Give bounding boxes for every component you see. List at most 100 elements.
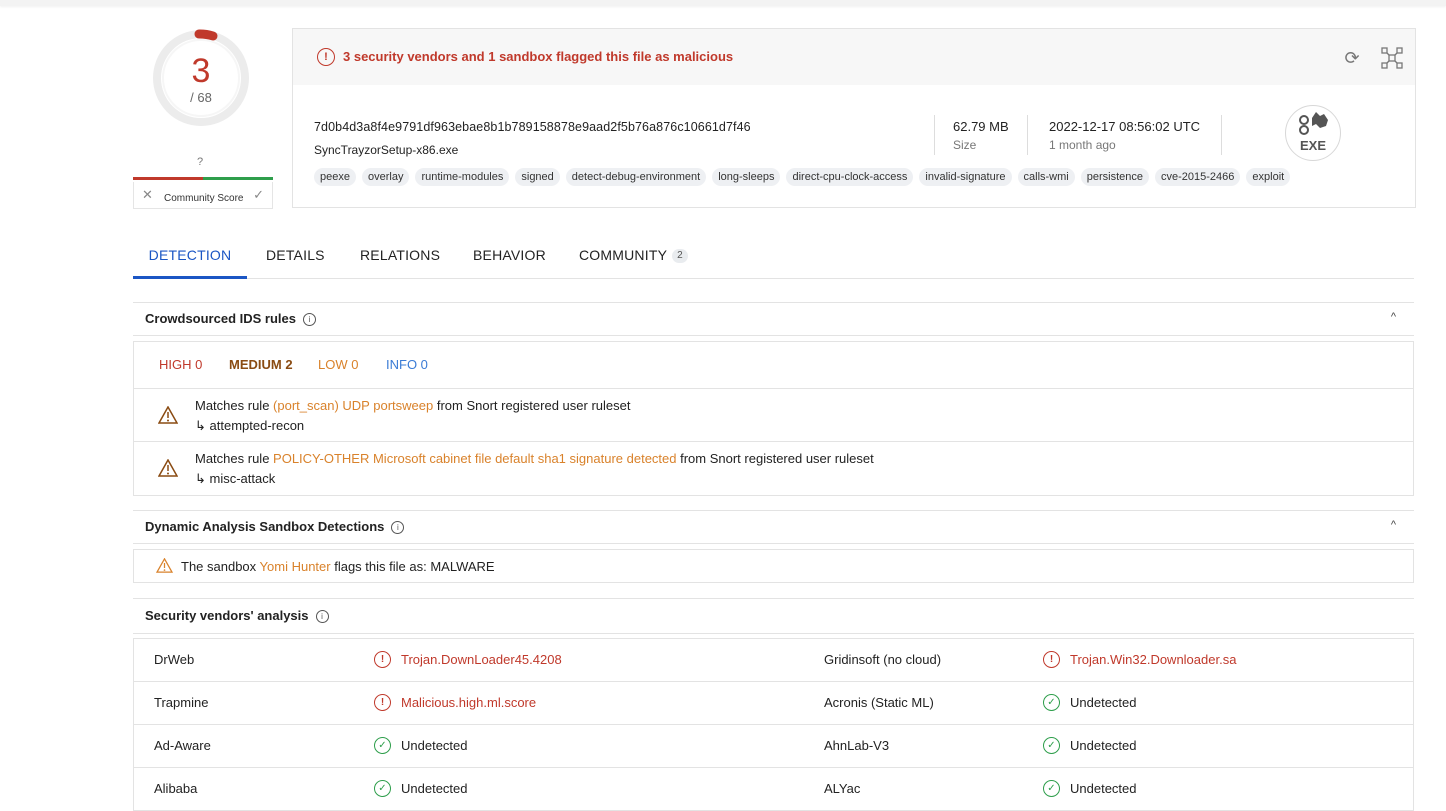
vendor-name: AhnLab-V3 [824,738,890,753]
rule-prefix: Matches rule [195,451,274,466]
vendor-result-text: Trojan.DownLoader45.4208 [401,652,562,667]
vendor-result: ✓ Undetected [1043,737,1137,754]
check-circle-icon: ✓ [1043,780,1060,797]
tag[interactable]: long-sleeps [712,168,781,186]
reanalyze-icon[interactable]: ⟳ [1341,47,1363,69]
sandbox-section-header[interactable]: Dynamic Analysis Sandbox Detections i ^ [133,510,1414,544]
rule-suffix: from Snort registered user ruleset [676,451,874,466]
check-circle-icon: ✓ [374,780,391,797]
vendor-result: ! Trojan.DownLoader45.4208 [374,651,562,668]
tab-detection[interactable]: DETECTION [133,236,247,279]
community-count-badge: 2 [672,249,688,264]
detection-count: 3 [191,52,211,90]
vote-harmful-icon[interactable]: ✕ [142,187,153,203]
check-circle-icon: ✓ [1043,694,1060,711]
vendor-result-text: Undetected [401,781,468,796]
rule-text: Matches rule (port_scan) UDP portsweep f… [195,398,630,413]
tag[interactable]: direct-cpu-clock-access [786,168,914,186]
warning-icon [158,406,178,424]
tag[interactable]: persistence [1080,168,1150,186]
community-score-box: ✕ Community Score ✓ [133,182,273,209]
divider [934,115,935,155]
vendor-name: Gridinsoft (no cloud) [824,652,942,667]
tab-details[interactable]: DETAILS [266,236,325,276]
rule-link[interactable]: (port_scan) UDP portsweep [273,398,433,413]
vendor-result: ✓ Undetected [374,737,468,754]
severity-low[interactable]: LOW 0 [318,357,358,372]
section-title: Dynamic Analysis Sandbox Detections i [145,519,405,535]
vendor-table: DrWeb ! Trojan.DownLoader45.4208 Gridinso… [133,638,1414,811]
info-icon[interactable]: i [391,521,405,535]
tag[interactable]: runtime-modules [415,168,510,186]
section-title: Security vendors' analysis i [145,608,329,624]
top-bar [0,0,1446,6]
vendor-result: ✓ Undetected [374,780,468,797]
severity-medium[interactable]: MEDIUM 2 [229,357,293,372]
sandbox-title: Dynamic Analysis Sandbox Detections [145,519,385,534]
info-icon[interactable]: i [302,313,316,327]
community-score-bar [133,177,273,180]
file-size-value: 62.79 MB [953,119,1009,134]
tag[interactable]: exploit [1246,168,1291,186]
rule-category: ↳ attempted-recon [195,418,305,433]
file-type-badge: EXE [1285,105,1341,161]
info-icon[interactable]: i [315,610,329,624]
ids-panel: HIGH 0 MEDIUM 2 LOW 0 INFO 0 Matches rul… [133,341,1414,496]
alert-icon: ! [374,694,391,711]
graph-view-icon[interactable] [1381,47,1403,69]
severity-info[interactable]: INFO 0 [386,357,428,372]
vendor-result: ✓ Undetected [1043,780,1137,797]
ids-title: Crowdsourced IDS rules [145,311,296,326]
vendor-result-text: Malicious.high.ml.score [401,695,537,710]
table-row: Ad-Aware ✓ Undetected AhnLab-V3 ✓ Undetect… [134,725,1413,768]
engine-total: / 68 [190,90,212,105]
community-score-value: ? [197,156,204,168]
file-name: SyncTrayzorSetup-x86.exe [314,143,459,157]
section-title: Crowdsourced IDS rules i [145,311,316,327]
vendor-name: Ad-Aware [154,738,211,753]
sandbox-prefix: The sandbox [181,559,260,574]
vendor-name: Alibaba [154,781,198,796]
alert-text: 3 security vendors and 1 sandbox flagged… [343,49,734,64]
tag[interactable]: detect-debug-environment [565,168,707,186]
tab-relations[interactable]: RELATIONS [360,236,440,276]
tab-behavior[interactable]: BEHAVIOR [473,236,546,276]
collapse-icon[interactable]: ^ [1391,519,1396,531]
sandbox-panel: The sandbox Yomi Hunter flags this file … [133,549,1414,583]
tag[interactable]: cve-2015-2466 [1155,168,1241,186]
tag-list: peexe overlay runtime-modules signed det… [314,168,1291,186]
vendor-result-text: Undetected [401,738,468,753]
tag[interactable]: peexe [314,168,356,186]
vendor-result: ✓ Undetected [1043,694,1137,711]
vendor-result-text: Trojan.Win32.Downloader.sa [1070,652,1237,667]
tag[interactable]: invalid-signature [919,168,1012,186]
severity-high[interactable]: HIGH 0 [159,357,202,372]
tab-bar: DETECTION DETAILS RELATIONS BEHAVIOR COM… [133,236,1414,279]
collapse-icon[interactable]: ^ [1391,311,1396,323]
analysis-date-relative: 1 month ago [1049,138,1116,152]
tag[interactable]: signed [515,168,560,186]
severity-filter-row: HIGH 0 MEDIUM 2 LOW 0 INFO 0 [134,342,1413,389]
file-hash[interactable]: 7d0b4d3a8f4e9791df963ebae8b1b789158878e9… [314,120,751,134]
tab-community-label: COMMUNITY [579,247,668,263]
tab-community[interactable]: COMMUNITY 2 [579,236,688,276]
vendor-result-text: Undetected [1070,695,1137,710]
tag[interactable]: calls-wmi [1017,168,1075,186]
vendors-section-header: Security vendors' analysis i [133,598,1414,634]
tag[interactable]: overlay [361,168,410,186]
rule-text: Matches rule POLICY-OTHER Microsoft cabi… [195,451,874,466]
vendor-result: ! Malicious.high.ml.score [374,694,537,711]
vendor-name: ALYac [824,781,861,796]
warning-icon [156,558,173,573]
table-row: DrWeb ! Trojan.DownLoader45.4208 Gridinso… [134,639,1413,682]
vendor-name: Acronis (Static ML) [824,695,934,710]
sandbox-name-link[interactable]: Yomi Hunter [260,559,331,574]
vote-harmless-icon[interactable]: ✓ [253,187,264,203]
ids-section-header[interactable]: Crowdsourced IDS rules i ^ [133,302,1414,336]
community-score-label: Community Score [164,193,244,204]
check-circle-icon: ✓ [374,737,391,754]
alert-icon: ! [317,48,335,66]
divider [1027,115,1028,155]
rule-link[interactable]: POLICY-OTHER Microsoft cabinet file defa… [273,451,676,466]
alert-icon: ! [1043,651,1060,668]
